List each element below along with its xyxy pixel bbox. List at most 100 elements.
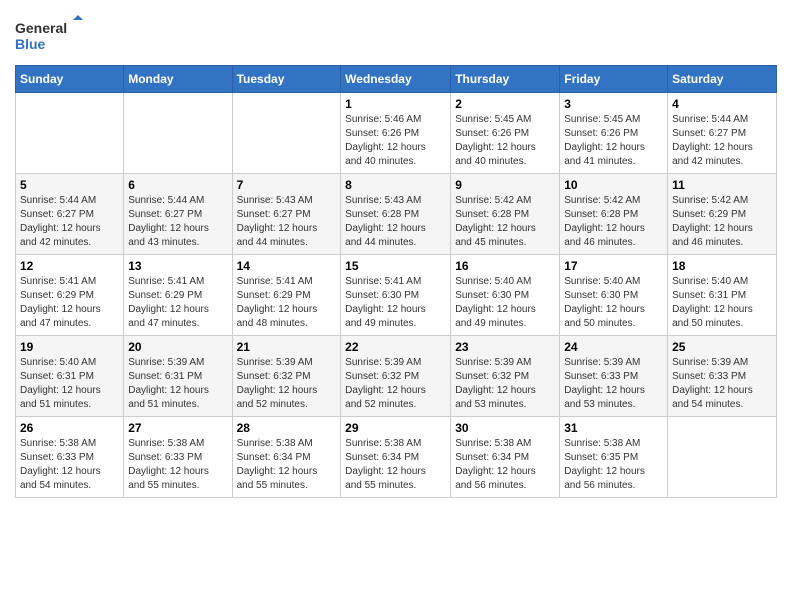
day-info: Sunrise: 5:38 AM Sunset: 6:34 PM Dayligh… [455, 437, 555, 493]
day-number: 13 [128, 259, 227, 273]
day-cell [16, 93, 124, 174]
day-info: Sunrise: 5:42 AM Sunset: 6:29 PM Dayligh… [672, 194, 772, 250]
day-cell: 24 Sunrise: 5:39 AM Sunset: 6:33 PM Dayli… [560, 336, 668, 417]
day-cell: 6 Sunrise: 5:44 AM Sunset: 6:27 PM Daylig… [124, 174, 232, 255]
day-cell: 15Sunrise: 5:41 AM Sunset: 6:30 PM Dayli… [341, 255, 451, 336]
header-cell-tuesday: Tuesday [232, 66, 341, 93]
day-cell: 22 Sunrise: 5:39 AM Sunset: 6:32 PM Dayli… [341, 336, 451, 417]
day-number: 8 [345, 178, 446, 192]
day-cell: 29 Sunrise: 5:38 AM Sunset: 6:34 PM Dayli… [341, 417, 451, 498]
day-cell: 18 Sunrise: 5:40 AM Sunset: 6:31 PM Dayli… [668, 255, 777, 336]
logo-svg: General Blue [15, 15, 85, 55]
header-cell-thursday: Thursday [451, 66, 560, 93]
day-cell: 21 Sunrise: 5:39 AM Sunset: 6:32 PM Dayli… [232, 336, 341, 417]
svg-text:Blue: Blue [15, 36, 46, 52]
day-number: 20 [128, 340, 227, 354]
header-cell-sunday: Sunday [16, 66, 124, 93]
day-info: Sunrise: 5:41 AM Sunset: 6:29 PM Dayligh… [237, 275, 337, 331]
day-cell: 10 Sunrise: 5:42 AM Sunset: 6:28 PM Dayli… [560, 174, 668, 255]
day-number: 24 [564, 340, 663, 354]
day-number: 6 [128, 178, 227, 192]
day-info: Sunrise: 5:42 AM Sunset: 6:28 PM Dayligh… [455, 194, 555, 250]
day-cell: 9 Sunrise: 5:42 AM Sunset: 6:28 PM Daylig… [451, 174, 560, 255]
week-row-5: 26Sunrise: 5:38 AM Sunset: 6:33 PM Dayli… [16, 417, 777, 498]
day-info: Sunrise: 5:42 AM Sunset: 6:28 PM Dayligh… [564, 194, 663, 250]
day-info: Sunrise: 5:39 AM Sunset: 6:32 PM Dayligh… [345, 356, 446, 412]
day-info: Sunrise: 5:38 AM Sunset: 6:34 PM Dayligh… [237, 437, 337, 493]
svg-text:General: General [15, 20, 67, 36]
day-info: Sunrise: 5:46 AM Sunset: 6:26 PM Dayligh… [345, 113, 446, 169]
day-cell: 7Sunrise: 5:43 AM Sunset: 6:27 PM Daylig… [232, 174, 341, 255]
day-cell: 23Sunrise: 5:39 AM Sunset: 6:32 PM Dayli… [451, 336, 560, 417]
calendar-header: SundayMondayTuesdayWednesdayThursdayFrid… [16, 66, 777, 93]
day-info: Sunrise: 5:44 AM Sunset: 6:27 PM Dayligh… [672, 113, 772, 169]
day-number: 18 [672, 259, 772, 273]
header-cell-saturday: Saturday [668, 66, 777, 93]
day-info: Sunrise: 5:39 AM Sunset: 6:32 PM Dayligh… [237, 356, 337, 412]
day-cell: 14Sunrise: 5:41 AM Sunset: 6:29 PM Dayli… [232, 255, 341, 336]
day-cell: 20 Sunrise: 5:39 AM Sunset: 6:31 PM Dayli… [124, 336, 232, 417]
day-info: Sunrise: 5:40 AM Sunset: 6:30 PM Dayligh… [564, 275, 663, 331]
day-number: 10 [564, 178, 663, 192]
day-cell: 19Sunrise: 5:40 AM Sunset: 6:31 PM Dayli… [16, 336, 124, 417]
header-cell-friday: Friday [560, 66, 668, 93]
day-info: Sunrise: 5:41 AM Sunset: 6:30 PM Dayligh… [345, 275, 446, 331]
day-info: Sunrise: 5:40 AM Sunset: 6:31 PM Dayligh… [672, 275, 772, 331]
week-row-4: 19Sunrise: 5:40 AM Sunset: 6:31 PM Dayli… [16, 336, 777, 417]
day-info: Sunrise: 5:38 AM Sunset: 6:35 PM Dayligh… [564, 437, 663, 493]
day-cell: 1Sunrise: 5:46 AM Sunset: 6:26 PM Daylig… [341, 93, 451, 174]
day-number: 3 [564, 97, 663, 111]
day-cell: 16Sunrise: 5:40 AM Sunset: 6:30 PM Dayli… [451, 255, 560, 336]
day-info: Sunrise: 5:38 AM Sunset: 6:33 PM Dayligh… [20, 437, 119, 493]
day-number: 29 [345, 421, 446, 435]
day-cell: 30 Sunrise: 5:38 AM Sunset: 6:34 PM Dayli… [451, 417, 560, 498]
day-number: 27 [128, 421, 227, 435]
day-info: Sunrise: 5:40 AM Sunset: 6:30 PM Dayligh… [455, 275, 555, 331]
day-cell: 12 Sunrise: 5:41 AM Sunset: 6:29 PM Dayli… [16, 255, 124, 336]
day-number: 9 [455, 178, 555, 192]
day-number: 5 [20, 178, 119, 192]
day-number: 2 [455, 97, 555, 111]
day-number: 4 [672, 97, 772, 111]
header-row: SundayMondayTuesdayWednesdayThursdayFrid… [16, 66, 777, 93]
day-info: Sunrise: 5:40 AM Sunset: 6:31 PM Dayligh… [20, 356, 119, 412]
day-cell: 27 Sunrise: 5:38 AM Sunset: 6:33 PM Dayli… [124, 417, 232, 498]
day-cell: 25Sunrise: 5:39 AM Sunset: 6:33 PM Dayli… [668, 336, 777, 417]
day-cell [232, 93, 341, 174]
day-info: Sunrise: 5:41 AM Sunset: 6:29 PM Dayligh… [20, 275, 119, 331]
day-cell: 31Sunrise: 5:38 AM Sunset: 6:35 PM Dayli… [560, 417, 668, 498]
day-number: 12 [20, 259, 119, 273]
day-number: 21 [237, 340, 337, 354]
day-info: Sunrise: 5:39 AM Sunset: 6:33 PM Dayligh… [672, 356, 772, 412]
day-info: Sunrise: 5:38 AM Sunset: 6:33 PM Dayligh… [128, 437, 227, 493]
day-info: Sunrise: 5:38 AM Sunset: 6:34 PM Dayligh… [345, 437, 446, 493]
day-cell: 26Sunrise: 5:38 AM Sunset: 6:33 PM Dayli… [16, 417, 124, 498]
day-info: Sunrise: 5:39 AM Sunset: 6:32 PM Dayligh… [455, 356, 555, 412]
day-info: Sunrise: 5:44 AM Sunset: 6:27 PM Dayligh… [128, 194, 227, 250]
day-info: Sunrise: 5:41 AM Sunset: 6:29 PM Dayligh… [128, 275, 227, 331]
header-cell-wednesday: Wednesday [341, 66, 451, 93]
day-number: 28 [237, 421, 337, 435]
day-number: 11 [672, 178, 772, 192]
day-cell: 5Sunrise: 5:44 AM Sunset: 6:27 PM Daylig… [16, 174, 124, 255]
day-cell: 8 Sunrise: 5:43 AM Sunset: 6:28 PM Daylig… [341, 174, 451, 255]
day-cell: 28 Sunrise: 5:38 AM Sunset: 6:34 PM Dayli… [232, 417, 341, 498]
week-row-1: 1Sunrise: 5:46 AM Sunset: 6:26 PM Daylig… [16, 93, 777, 174]
day-number: 7 [237, 178, 337, 192]
day-number: 22 [345, 340, 446, 354]
day-info: Sunrise: 5:43 AM Sunset: 6:28 PM Dayligh… [345, 194, 446, 250]
day-cell: 4 Sunrise: 5:44 AM Sunset: 6:27 PM Daylig… [668, 93, 777, 174]
calendar-body: 1Sunrise: 5:46 AM Sunset: 6:26 PM Daylig… [16, 93, 777, 498]
calendar-table: SundayMondayTuesdayWednesdayThursdayFrid… [15, 65, 777, 498]
week-row-2: 5 Sunrise: 5:44 AM Sunset: 6:27 PM Daylig… [16, 174, 777, 255]
day-cell: 11 Sunrise: 5:42 AM Sunset: 6:29 PM Dayli… [668, 174, 777, 255]
day-info: Sunrise: 5:45 AM Sunset: 6:26 PM Dayligh… [564, 113, 663, 169]
day-cell [668, 417, 777, 498]
logo: General Blue [15, 15, 85, 55]
day-number: 30 [455, 421, 555, 435]
day-cell: 17Sunrise: 5:40 AM Sunset: 6:30 PM Dayli… [560, 255, 668, 336]
day-cell: 13 Sunrise: 5:41 AM Sunset: 6:29 PM Dayli… [124, 255, 232, 336]
day-info: Sunrise: 5:45 AM Sunset: 6:26 PM Dayligh… [455, 113, 555, 169]
day-info: Sunrise: 5:39 AM Sunset: 6:31 PM Dayligh… [128, 356, 227, 412]
day-info: Sunrise: 5:39 AM Sunset: 6:33 PM Dayligh… [564, 356, 663, 412]
